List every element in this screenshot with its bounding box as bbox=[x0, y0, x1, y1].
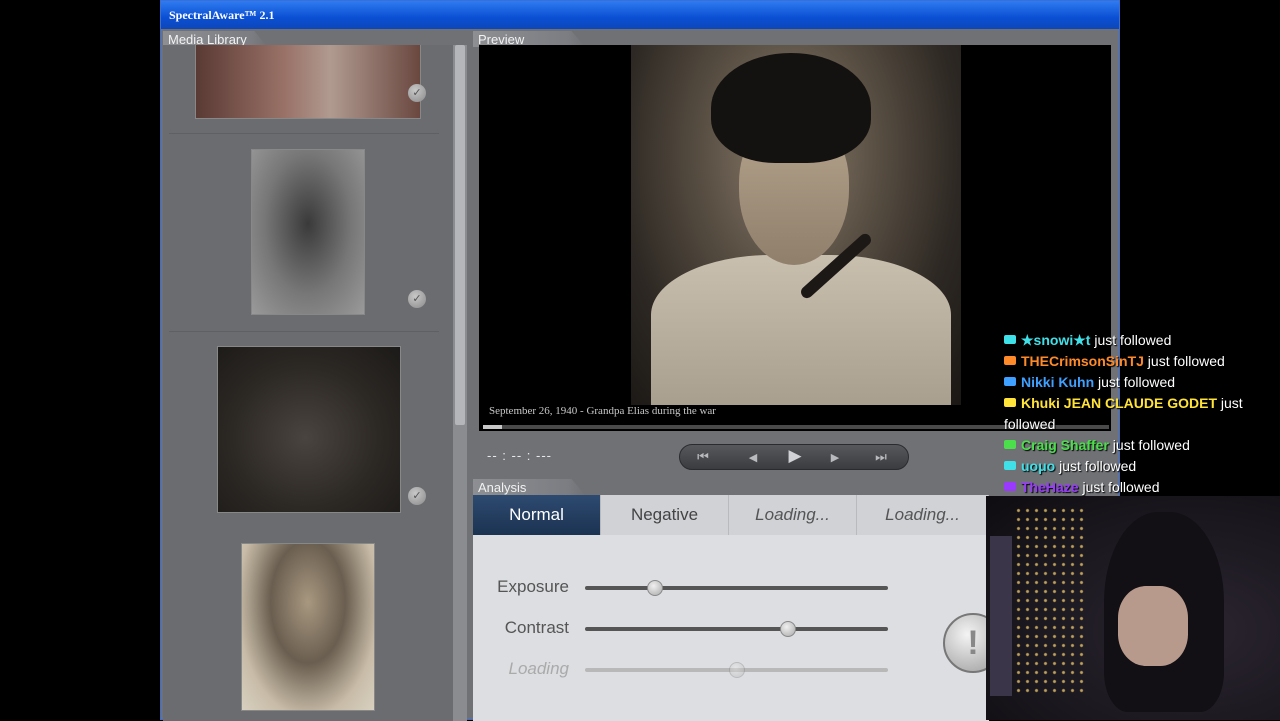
tab-loading-1[interactable]: Loading... bbox=[729, 495, 857, 535]
exposure-slider[interactable] bbox=[585, 580, 888, 596]
tab-loading-2[interactable]: Loading... bbox=[857, 495, 989, 535]
follow-text: just followed bbox=[1143, 353, 1225, 369]
exposure-row: Exposure bbox=[473, 573, 989, 603]
loading-slider-knob bbox=[728, 662, 745, 678]
follower-name: Craig Shaffer bbox=[1021, 437, 1109, 453]
library-thumb-2[interactable]: ✓ bbox=[251, 149, 426, 315]
library-thumb-1[interactable]: ✓ bbox=[195, 45, 426, 119]
follower-name: Nikki Kuhn bbox=[1021, 374, 1095, 390]
platform-badge-icon bbox=[1004, 482, 1016, 491]
follow-text: just followed bbox=[1108, 437, 1190, 453]
exposure-label: Exposure bbox=[497, 577, 569, 596]
loading-label: Loading bbox=[508, 659, 569, 678]
follower-notification: Craig Shaffer just followed bbox=[1004, 435, 1274, 456]
step-forward-button[interactable]: ▶ bbox=[820, 451, 850, 464]
webcam-feed bbox=[986, 496, 1280, 720]
contrast-slider[interactable] bbox=[585, 621, 888, 637]
photo-caption: September 26, 1940 - Grandpa Elias durin… bbox=[489, 405, 716, 417]
follow-text: just followed bbox=[1090, 332, 1172, 348]
exposure-slider-knob[interactable] bbox=[646, 580, 663, 596]
library-thumb-4[interactable] bbox=[241, 543, 375, 711]
follower-notification: uoμo just followed bbox=[1004, 456, 1274, 477]
follower-feed: ★snowi★t just followed THECrimsonSinTJ ju… bbox=[1004, 330, 1274, 498]
divider bbox=[169, 133, 439, 134]
transport-controls: ⏮ ◀ ▶ ▶ ⏭ bbox=[679, 444, 909, 470]
platform-badge-icon bbox=[1004, 335, 1016, 344]
divider bbox=[169, 331, 439, 332]
skip-forward-button[interactable]: ⏭ bbox=[866, 449, 896, 465]
progress-fill bbox=[483, 425, 502, 429]
follower-notification: ★snowi★t just followed bbox=[1004, 330, 1274, 351]
follower-notification: Nikki Kuhn just followed bbox=[1004, 372, 1274, 393]
checkmark-icon[interactable]: ✓ bbox=[408, 84, 426, 102]
step-back-button[interactable]: ◀ bbox=[738, 451, 768, 464]
follower-notification: THECrimsonSinTJ just followed bbox=[1004, 351, 1274, 372]
contrast-row: Contrast bbox=[473, 614, 989, 644]
play-button[interactable]: ▶ bbox=[780, 446, 810, 466]
platform-badge-icon bbox=[1004, 398, 1016, 407]
loading-row: Loading bbox=[473, 655, 989, 685]
checkmark-icon[interactable]: ✓ bbox=[408, 487, 426, 505]
checkmark-icon[interactable]: ✓ bbox=[408, 290, 426, 308]
platform-badge-icon bbox=[1004, 440, 1016, 449]
contrast-slider-knob[interactable] bbox=[780, 621, 796, 637]
follower-name: ★snowi★t bbox=[1021, 332, 1091, 348]
platform-badge-icon bbox=[1004, 356, 1016, 365]
platform-badge-icon bbox=[1004, 461, 1016, 470]
analysis-panel: Normal Negative Loading... Loading... Ex… bbox=[473, 495, 1003, 721]
follower-name: uoμo bbox=[1021, 458, 1056, 474]
follower-name: Khuki JEAN CLAUDE GODET bbox=[1021, 395, 1218, 411]
skip-back-button[interactable]: ⏮ bbox=[688, 449, 718, 465]
follow-text: just followed bbox=[1078, 479, 1160, 495]
follower-notification: TheHaze just followed bbox=[1004, 477, 1274, 498]
analysis-tabs: Normal Negative Loading... Loading... bbox=[473, 495, 989, 535]
window-title: SpectralAware™ 2.1 bbox=[161, 1, 1119, 29]
follow-text: just followed bbox=[1094, 374, 1176, 390]
tab-normal[interactable]: Normal bbox=[473, 495, 601, 535]
loading-slider bbox=[585, 662, 888, 678]
library-scrollbar[interactable] bbox=[453, 45, 467, 721]
tab-negative[interactable]: Negative bbox=[601, 495, 729, 535]
scrollbar-thumb[interactable] bbox=[455, 45, 465, 425]
app-window: SpectralAware™ 2.1 Media Library ✓ ✓ ✓ P… bbox=[160, 0, 1120, 721]
timecode: -- : -- : --- bbox=[487, 448, 552, 463]
preview-photo bbox=[631, 45, 961, 405]
follower-name: TheHaze bbox=[1021, 479, 1079, 495]
platform-badge-icon bbox=[1004, 377, 1016, 386]
media-library-list: ✓ ✓ ✓ bbox=[163, 45, 453, 721]
follower-name: THECrimsonSinTJ bbox=[1021, 353, 1144, 369]
analysis-tab[interactable]: Analysis bbox=[473, 479, 585, 495]
follower-notification: Khuki JEAN CLAUDE GODET just followed bbox=[1004, 393, 1274, 435]
library-thumb-3[interactable]: ✓ bbox=[217, 346, 426, 513]
contrast-label: Contrast bbox=[504, 618, 569, 637]
follow-text: just followed bbox=[1055, 458, 1137, 474]
